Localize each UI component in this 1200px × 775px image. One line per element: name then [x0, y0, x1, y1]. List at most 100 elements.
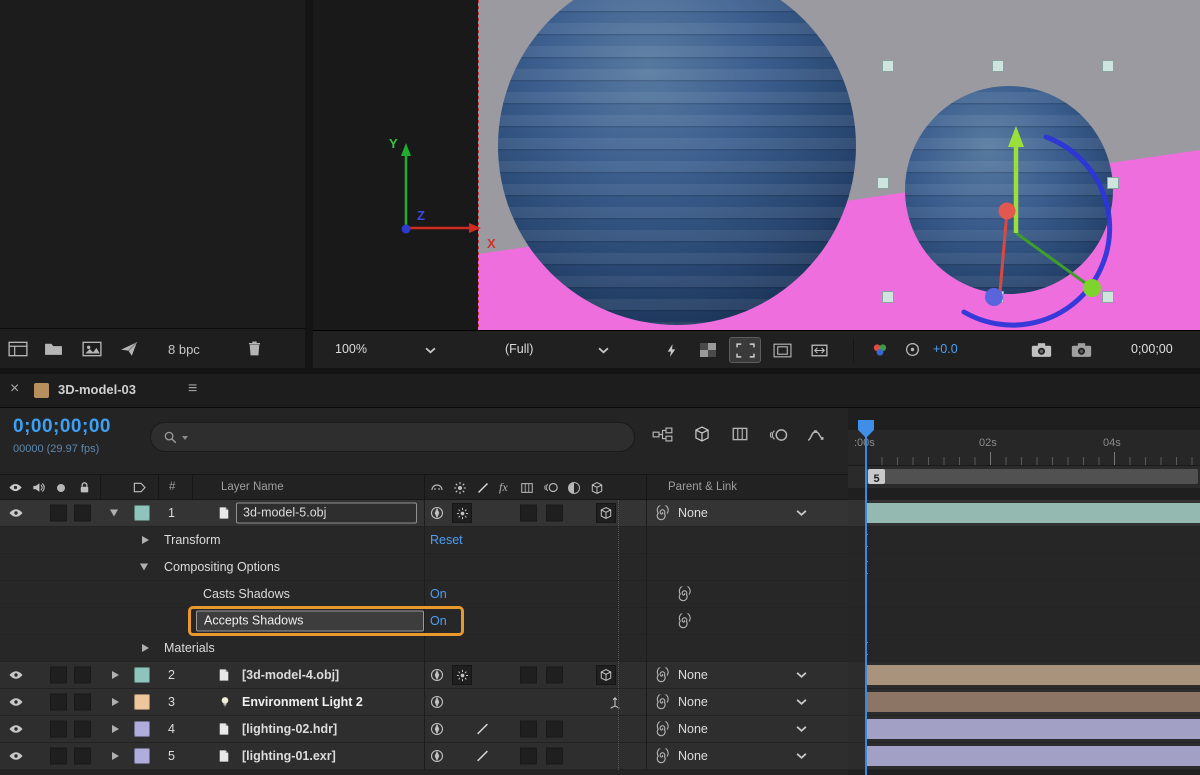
parent-select[interactable]: None: [678, 722, 708, 736]
close-tab-icon[interactable]: ×: [10, 380, 19, 398]
parent-select[interactable]: None: [678, 749, 708, 763]
sphere-small-selected[interactable]: [905, 86, 1113, 294]
audio-column-icon[interactable]: [31, 480, 46, 495]
property-pickwhip-icon[interactable]: [676, 587, 691, 602]
twirl-down-icon[interactable]: [140, 564, 148, 571]
panel-menu-icon[interactable]: ≡: [188, 380, 197, 398]
parent-select[interactable]: None: [678, 695, 708, 709]
playhead-line[interactable]: [865, 422, 867, 775]
collapse-switch-icon[interactable]: [430, 695, 444, 709]
frame-blend-cell[interactable]: [520, 748, 537, 765]
collapse-column-icon[interactable]: [453, 481, 467, 495]
transform-reset-link[interactable]: Reset: [430, 533, 463, 547]
motion-blur-cell[interactable]: [546, 748, 563, 765]
cube-3d-column-icon[interactable]: [590, 481, 604, 495]
layer-duration-bar[interactable]: [866, 719, 1200, 739]
layer-duration-bar[interactable]: [866, 692, 1200, 712]
layer-track-5[interactable]: [848, 743, 1200, 770]
motion-blur-button[interactable]: [768, 427, 789, 443]
new-folder-icon[interactable]: [44, 341, 63, 356]
visibility-column-icon[interactable]: [8, 480, 23, 495]
frame-blend-cell[interactable]: [520, 505, 537, 522]
paper-plane-icon[interactable]: [120, 341, 138, 357]
collapse-switch-icon[interactable]: [430, 506, 444, 520]
collapse-switch-icon[interactable]: [430, 722, 444, 736]
region-of-interest-button[interactable]: [729, 337, 761, 363]
layer-name-column-header[interactable]: Layer Name: [221, 481, 284, 493]
search-dropdown-arrow[interactable]: [182, 436, 188, 440]
layer-color-swatch[interactable]: [134, 721, 150, 737]
twirl-right-icon[interactable]: [142, 644, 149, 652]
exposure-expand-button[interactable]: [803, 337, 835, 363]
snapshot-camera-icon[interactable]: [1031, 342, 1052, 358]
layer-duration-bar[interactable]: [866, 746, 1200, 766]
label-column-icon[interactable]: [132, 480, 147, 495]
parent-pickwhip-icon[interactable]: [654, 506, 669, 521]
graph-editor-button[interactable]: [806, 427, 825, 443]
light-axis-icon[interactable]: [608, 695, 622, 709]
exposure-value[interactable]: +0.0: [933, 342, 958, 356]
frame-blend-cell[interactable]: [520, 721, 537, 738]
twirl-right-icon[interactable]: [142, 536, 149, 544]
twirl-right-icon[interactable]: [112, 752, 119, 760]
parent-select-chevron[interactable]: [796, 510, 807, 517]
quality-switch[interactable]: [452, 665, 472, 685]
twirl-right-icon[interactable]: [112, 698, 119, 706]
solo-toggle-cell[interactable]: [50, 505, 67, 522]
solo-toggle-cell[interactable]: [50, 721, 67, 738]
preview-timecode[interactable]: 0;00;00: [1131, 342, 1173, 356]
motion-blur-cell[interactable]: [546, 721, 563, 738]
motion-blur-cell[interactable]: [546, 505, 563, 522]
composition-marker[interactable]: 5: [868, 469, 885, 484]
work-area-bar[interactable]: [866, 469, 1198, 484]
lock-toggle-cell[interactable]: [74, 748, 91, 765]
layer-duration-bar[interactable]: [866, 665, 1200, 685]
parent-pickwhip-icon[interactable]: [654, 668, 669, 683]
collapse-switch-icon[interactable]: [430, 749, 444, 763]
solo-toggle-cell[interactable]: [50, 694, 67, 711]
casts-shadows-value[interactable]: On: [430, 587, 447, 601]
viewport-canvas[interactable]: Y X Z: [313, 0, 1200, 330]
twirl-down-icon[interactable]: [110, 510, 118, 517]
accepts-shadows-value[interactable]: On: [430, 614, 447, 628]
parent-select-chevron[interactable]: [796, 726, 807, 733]
frame-blend-cell[interactable]: [520, 667, 537, 684]
solo-toggle-cell[interactable]: [50, 748, 67, 765]
frame-blending-button[interactable]: [731, 425, 749, 443]
footage-panel-icon[interactable]: [8, 341, 28, 357]
property-pickwhip-icon[interactable]: [676, 614, 691, 629]
layer-color-swatch[interactable]: [134, 748, 150, 764]
property-group-label[interactable]: Compositing Options: [164, 560, 280, 574]
motion-blur-cell[interactable]: [546, 667, 563, 684]
visibility-toggle[interactable]: [8, 505, 24, 521]
new-composition-icon[interactable]: [82, 341, 102, 357]
3d-layer-switch[interactable]: [596, 503, 616, 523]
parent-select[interactable]: None: [678, 506, 708, 520]
layer-color-swatch[interactable]: [134, 694, 150, 710]
layer-name[interactable]: [lighting-02.hdr]: [242, 722, 337, 736]
layer-name[interactable]: [3d-model-4.obj]: [242, 668, 339, 682]
motion-blur-column-icon[interactable]: [543, 481, 559, 494]
solo-column-icon[interactable]: [57, 484, 65, 492]
property-group-label[interactable]: Transform: [164, 533, 221, 547]
quality-column-icon[interactable]: [477, 482, 489, 494]
accepts-shadows-selected-box[interactable]: Accepts Shadows: [196, 611, 424, 632]
quality-switch-icon[interactable]: [476, 750, 489, 763]
lock-toggle-cell[interactable]: [74, 667, 91, 684]
parent-select-chevron[interactable]: [796, 753, 807, 760]
trash-icon[interactable]: [246, 340, 263, 357]
twirl-right-icon[interactable]: [112, 725, 119, 733]
layer-track-1[interactable]: [848, 500, 1200, 527]
layer-track-2[interactable]: [848, 662, 1200, 689]
adjustment-column-icon[interactable]: [567, 481, 581, 495]
comp-tab-title[interactable]: 3D-model-03: [58, 382, 136, 397]
shy-column-icon[interactable]: [430, 481, 444, 495]
draft-3d-button[interactable]: [693, 425, 711, 443]
property-group-label[interactable]: Materials: [164, 641, 215, 655]
current-timecode[interactable]: 0;00;00;00: [13, 416, 111, 438]
layer-color-swatch[interactable]: [134, 505, 150, 521]
parent-pickwhip-icon[interactable]: [654, 749, 669, 764]
resolution-select[interactable]: (Full): [495, 338, 615, 362]
collapse-switch-icon[interactable]: [430, 668, 444, 682]
title-action-safe-button[interactable]: [766, 337, 798, 363]
